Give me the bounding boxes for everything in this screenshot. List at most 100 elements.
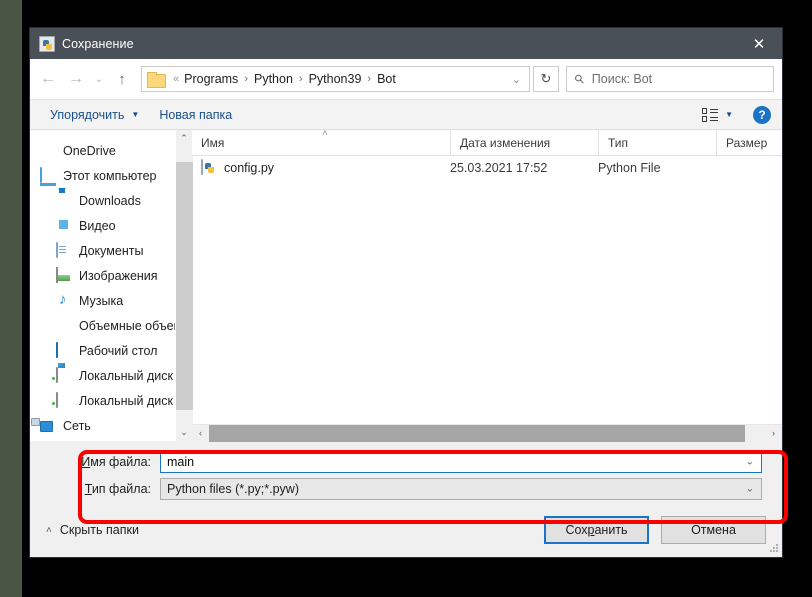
file-rows: config.py 25.03.2021 17:52 Python File <box>192 156 782 424</box>
sidebar-item-label: Объемные объекты <box>79 319 175 333</box>
chevron-left-icon[interactable]: ‹ <box>192 425 209 442</box>
chevron-right-icon[interactable]: › <box>765 425 782 442</box>
chevron-up-icon: ˄ <box>46 525 52 536</box>
sidebar-item-onedrive[interactable]: OneDrive <box>30 138 175 163</box>
column-header-type[interactable]: Тип <box>598 130 716 156</box>
sidebar-item-label: Рабочий стол <box>79 344 157 358</box>
resize-grip-icon[interactable] <box>769 544 779 554</box>
filename-input[interactable]: main ⌄ <box>160 451 762 473</box>
breadcrumb-item-3[interactable]: Bot <box>376 72 397 86</box>
save-button[interactable]: Сохранить <box>544 516 649 544</box>
breadcrumb: « Programs › Python › Python39 › Bot <box>169 72 506 86</box>
hscrollbar-thumb[interactable] <box>209 425 745 442</box>
organize-button[interactable]: Упорядочить ▼ <box>40 108 149 122</box>
up-icon[interactable]: ↑ <box>108 65 136 93</box>
view-mode-icon <box>702 108 718 122</box>
sidebar-item-label: Локальный диск <box>79 369 173 383</box>
new-folder-button[interactable]: Новая папка <box>149 108 242 122</box>
search-placeholder: Поиск: Bot <box>592 72 652 86</box>
dialog-footer: ˄ Скрыть папки Сохранить Отмена <box>30 503 782 557</box>
sidebar-item-documents[interactable]: Документы <box>30 238 175 263</box>
chevron-down-icon[interactable]: ⌄ <box>176 424 193 441</box>
close-icon[interactable]: ✕ <box>736 28 782 59</box>
filename-label: Имя файла: <box>78 455 160 469</box>
hide-folders-label: Скрыть папки <box>60 523 139 537</box>
breadcrumb-bar[interactable]: « Programs › Python › Python39 › Bot ⌄ <box>141 66 530 92</box>
computer-icon <box>40 168 56 184</box>
sidebar-item-label: Документы <box>79 244 143 258</box>
table-row[interactable]: config.py 25.03.2021 17:52 Python File <box>192 156 782 180</box>
column-header-name[interactable]: Имя ˄ <box>192 130 450 156</box>
folder-icon <box>147 72 164 86</box>
cancel-button[interactable]: Отмена <box>661 516 766 544</box>
file-name-cell: config.py <box>192 160 450 176</box>
windows-drive-icon <box>56 368 72 384</box>
sidebar-item-label: Изображения <box>79 269 158 283</box>
sidebar-item-label: Видео <box>79 219 116 233</box>
chevron-down-icon: ▼ <box>725 110 733 119</box>
filetype-label: Тип файла: <box>78 482 160 496</box>
sidebar-item-label: Музыка <box>79 294 123 308</box>
sidebar-item-pictures[interactable]: Изображения <box>30 263 175 288</box>
sidebar-item-video[interactable]: Видео <box>30 213 175 238</box>
filetype-value: Python files (*.py;*.pyw) <box>167 482 299 496</box>
documents-icon <box>56 243 72 259</box>
chevron-down-icon[interactable]: ⌄ <box>506 73 525 86</box>
chevron-down-icon: ▼ <box>131 110 139 119</box>
search-input[interactable]: ⚲ Поиск: Bot <box>566 66 774 92</box>
chevron-down-icon[interactable]: ⌄ <box>746 483 754 494</box>
refresh-icon[interactable]: ↻ <box>533 66 559 92</box>
sidebar-item-this-pc[interactable]: Этот компьютер <box>30 163 175 188</box>
dialog-body: OneDrive Этот компьютер Downloads Видео … <box>30 130 782 441</box>
organize-label: Упорядочить <box>50 108 124 122</box>
drive-icon <box>56 393 72 409</box>
chevron-up-icon[interactable]: ⌃ <box>176 130 193 147</box>
file-type-cell: Python File <box>598 161 716 175</box>
file-date-cell: 25.03.2021 17:52 <box>450 161 598 175</box>
sidebar-item-desktop[interactable]: Рабочий стол <box>30 338 175 363</box>
recent-locations-icon[interactable]: ⌄ <box>90 65 108 93</box>
breadcrumb-item-1[interactable]: Python <box>253 72 294 86</box>
download-icon <box>56 193 72 209</box>
sidebar-item-local-disk-c[interactable]: Локальный диск <box>30 363 175 388</box>
breadcrumb-sep-1: › <box>294 73 308 85</box>
sidebar-item-downloads[interactable]: Downloads <box>30 188 175 213</box>
filetype-select[interactable]: Python files (*.py;*.pyw) ⌄ <box>160 478 762 500</box>
sidebar-item-label: Этот компьютер <box>63 169 156 183</box>
breadcrumb-overflow[interactable]: « <box>169 73 183 85</box>
help-button[interactable]: ? <box>753 106 771 124</box>
sidebar-item-label: Downloads <box>79 194 141 208</box>
breadcrumb-item-2[interactable]: Python39 <box>308 72 363 86</box>
window-title: Сохранение <box>62 37 736 51</box>
network-icon <box>40 418 56 434</box>
save-form: Имя файла: main ⌄ Тип файла: Python file… <box>30 441 782 503</box>
sidebar-item-3d-objects[interactable]: Объемные объекты <box>30 313 175 338</box>
view-mode-button[interactable]: ▼ <box>696 108 739 122</box>
chevron-down-icon[interactable]: ⌄ <box>746 456 754 467</box>
sidebar-item-network[interactable]: Сеть <box>30 413 175 438</box>
column-label: Имя <box>201 136 224 150</box>
column-headers: Имя ˄ Дата изменения Тип Размер <box>192 130 782 156</box>
music-icon <box>56 293 72 309</box>
breadcrumb-item-0[interactable]: Programs <box>183 72 239 86</box>
forward-icon[interactable]: → <box>62 65 90 93</box>
sidebar-scrollbar[interactable]: ⌃ ⌄ <box>175 130 192 441</box>
sidebar-item-music[interactable]: Музыка <box>30 288 175 313</box>
save-label-mid: р <box>588 523 595 537</box>
breadcrumb-sep-2: › <box>362 73 376 85</box>
search-icon: ⚲ <box>571 71 587 87</box>
hscrollbar-track[interactable] <box>209 425 765 442</box>
cloud-icon <box>40 143 56 159</box>
scrollbar-thumb[interactable] <box>176 162 193 410</box>
python-file-icon <box>201 160 216 176</box>
filename-value: main <box>167 455 194 469</box>
python-save-icon <box>39 36 55 52</box>
column-header-size[interactable]: Размер <box>716 130 782 156</box>
file-list-horizontal-scrollbar[interactable]: ‹ › <box>192 424 782 441</box>
pictures-icon <box>56 268 72 284</box>
column-header-date[interactable]: Дата изменения <box>450 130 598 156</box>
sidebar-item-local-disk-d[interactable]: Локальный диск <box>30 388 175 413</box>
back-icon[interactable]: ← <box>34 65 62 93</box>
scrollbar-track[interactable] <box>176 147 193 424</box>
hide-folders-button[interactable]: ˄ Скрыть папки <box>46 523 139 537</box>
